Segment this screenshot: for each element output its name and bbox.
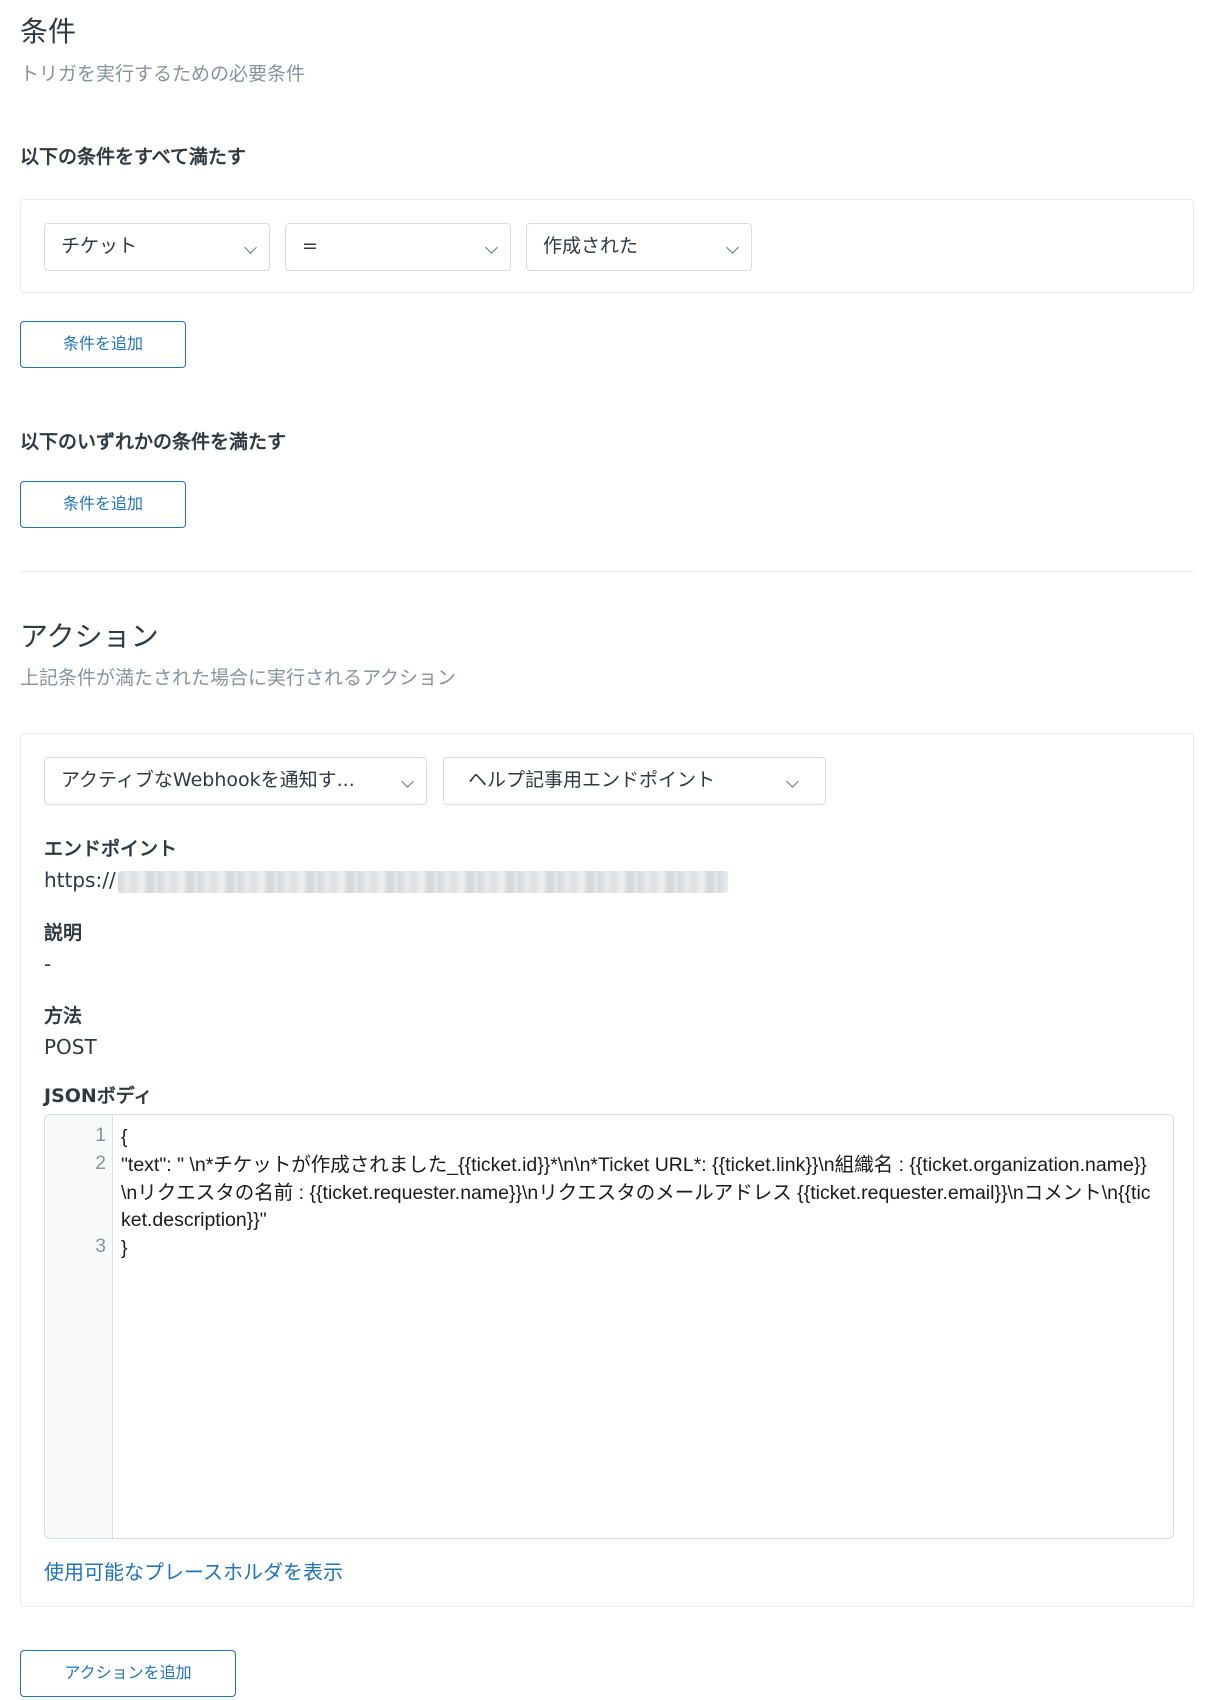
chevron-down-icon: [726, 241, 739, 254]
chevron-down-icon: [485, 241, 498, 254]
json-body-label: JSONボディ: [44, 1085, 153, 1107]
action-type-select[interactable]: アクティブなWebhookを通知す...: [44, 757, 427, 805]
chevron-down-icon: [244, 241, 257, 254]
endpoint-value: https://: [44, 868, 728, 893]
line-number: 2: [95, 1153, 106, 1174]
show-placeholders-link[interactable]: 使用可能なプレースホルダを表示: [44, 1556, 343, 1585]
json-body-editor[interactable]: 1 2 3 { "text": " \n*チケットが作成されました_{{tick…: [44, 1114, 1174, 1539]
webhook-value: ヘルプ記事用エンドポイント: [468, 769, 716, 791]
all-conditions-panel: チケット = 作成された: [20, 199, 1194, 293]
chevron-down-icon: [401, 775, 414, 788]
code-line: "text": " \n*チケットが作成されました_{{ticket.id}}*…: [121, 1154, 1151, 1231]
section-divider: [20, 571, 1194, 572]
conditions-subtitle: トリガを実行するための必要条件: [20, 63, 306, 85]
line-number: 3: [95, 1236, 106, 1257]
actions-title: アクション: [20, 620, 159, 653]
description-value: -: [44, 952, 52, 976]
method-label: 方法: [44, 1005, 83, 1027]
endpoint-label: エンドポイント: [44, 838, 178, 860]
chevron-down-icon: [786, 775, 799, 788]
add-any-condition-button[interactable]: 条件を追加: [20, 481, 186, 528]
condition-value-value: 作成された: [543, 235, 639, 257]
any-conditions-label: 以下のいずれかの条件を満たす: [20, 431, 287, 453]
conditions-title: 条件: [20, 15, 77, 48]
condition-value-select[interactable]: 作成された: [526, 223, 752, 271]
action-type-value: アクティブなWebhookを通知す...: [61, 769, 355, 791]
endpoint-url: https://: [44, 868, 116, 892]
code-line: }: [121, 1237, 128, 1259]
code-line: {: [121, 1126, 128, 1148]
method-value: POST: [44, 1035, 97, 1059]
condition-field-value: チケット: [61, 235, 138, 257]
condition-operator-select[interactable]: =: [285, 223, 511, 271]
add-action-button[interactable]: アクションを追加: [20, 1650, 236, 1697]
line-number: 1: [95, 1125, 106, 1146]
redacted-url-blur: [117, 870, 728, 893]
line-number-gutter: 1 2 3: [45, 1115, 113, 1538]
description-label: 説明: [44, 922, 83, 944]
actions-subtitle: 上記条件が満たされた場合に実行されるアクション: [20, 667, 457, 689]
condition-field-select[interactable]: チケット: [44, 223, 270, 271]
webhook-select[interactable]: ヘルプ記事用エンドポイント: [443, 757, 826, 805]
add-all-condition-button[interactable]: 条件を追加: [20, 321, 186, 368]
all-conditions-label: 以下の条件をすべて満たす: [20, 146, 246, 168]
condition-operator-value: =: [302, 235, 318, 257]
